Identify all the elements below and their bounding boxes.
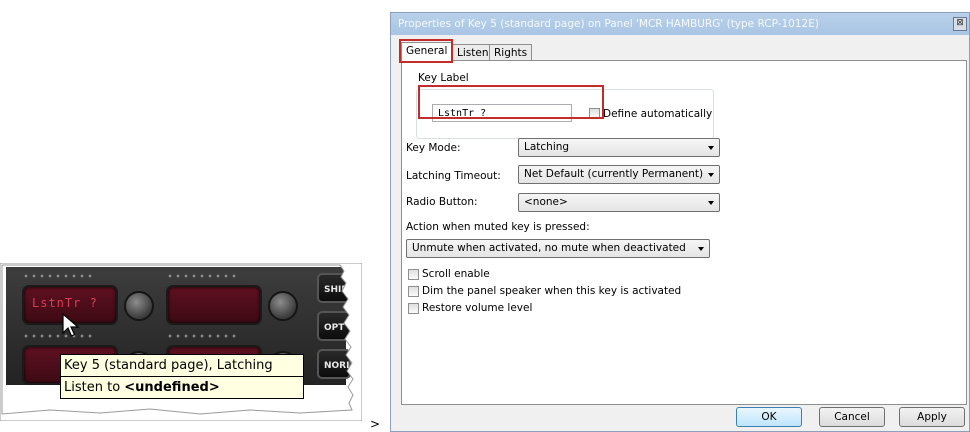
apply-button[interactable]: Apply	[899, 407, 965, 427]
separator-arrow: >	[370, 417, 381, 431]
chevron-down-icon	[708, 173, 714, 177]
dim-speaker-label: Dim the panel speaker when this key is a…	[422, 285, 682, 297]
tooltip-line-listen: Listen to <undefined>	[61, 376, 303, 398]
latching-timeout-label: Latching Timeout:	[406, 170, 501, 182]
restore-volume-checkbox[interactable]	[408, 303, 419, 314]
key-tooltip: Key 5 (standard page), Latching Listen t…	[60, 354, 304, 399]
radio-button-value: <none>	[524, 196, 568, 208]
key-label-input[interactable]	[432, 104, 572, 122]
dialog-title: Properties of Key 5 (standard page) on P…	[398, 18, 819, 30]
tooltip-listen-prefix: Listen to	[64, 380, 125, 395]
muted-action-label: Action when muted key is pressed:	[406, 221, 590, 233]
tab-general[interactable]: General	[401, 42, 453, 63]
tooltip-listen-target: <undefined>	[124, 380, 220, 395]
latching-timeout-value: Net Default (currently Permanent)	[524, 168, 704, 180]
radio-button-label: Radio Button:	[406, 196, 478, 208]
define-automatically-label: Define automatically	[603, 108, 713, 120]
cancel-button[interactable]: Cancel	[819, 407, 885, 427]
key-label-group-title: Key Label	[416, 72, 471, 84]
scroll-enable-checkbox[interactable]	[408, 269, 419, 280]
chevron-down-icon	[708, 201, 714, 205]
radio-button-select[interactable]: <none>	[518, 193, 720, 212]
properties-dialog: Properties of Key 5 (standard page) on P…	[390, 12, 970, 432]
key-mode-select[interactable]: Latching	[518, 138, 720, 157]
close-button[interactable]: ⊠	[953, 17, 967, 31]
define-automatically-checkbox[interactable]	[589, 108, 600, 119]
ok-button[interactable]: OK	[736, 407, 802, 427]
scroll-enable-label: Scroll enable	[422, 268, 490, 280]
dim-speaker-checkbox[interactable]	[408, 286, 419, 297]
dialog-titlebar[interactable]: Properties of Key 5 (standard page) on P…	[391, 13, 969, 35]
muted-action-select[interactable]: Unmute when activated, no mute when deac…	[406, 239, 710, 258]
general-tab-page: Key Label Define automatically Key Mode:…	[401, 60, 967, 405]
panel-screenshot: LstnTr ? SHIF OPT NORI Key 5 (standard p…	[0, 263, 362, 421]
muted-action-value: Unmute when activated, no mute when deac…	[412, 242, 686, 254]
chevron-down-icon	[708, 146, 714, 150]
latching-timeout-select[interactable]: Net Default (currently Permanent)	[518, 165, 720, 184]
tooltip-line-key: Key 5 (standard page), Latching	[64, 358, 273, 373]
key-mode-label: Key Mode:	[406, 142, 461, 154]
key-mode-value: Latching	[524, 141, 570, 153]
chevron-down-icon	[698, 247, 704, 251]
restore-volume-label: Restore volume level	[422, 302, 533, 314]
